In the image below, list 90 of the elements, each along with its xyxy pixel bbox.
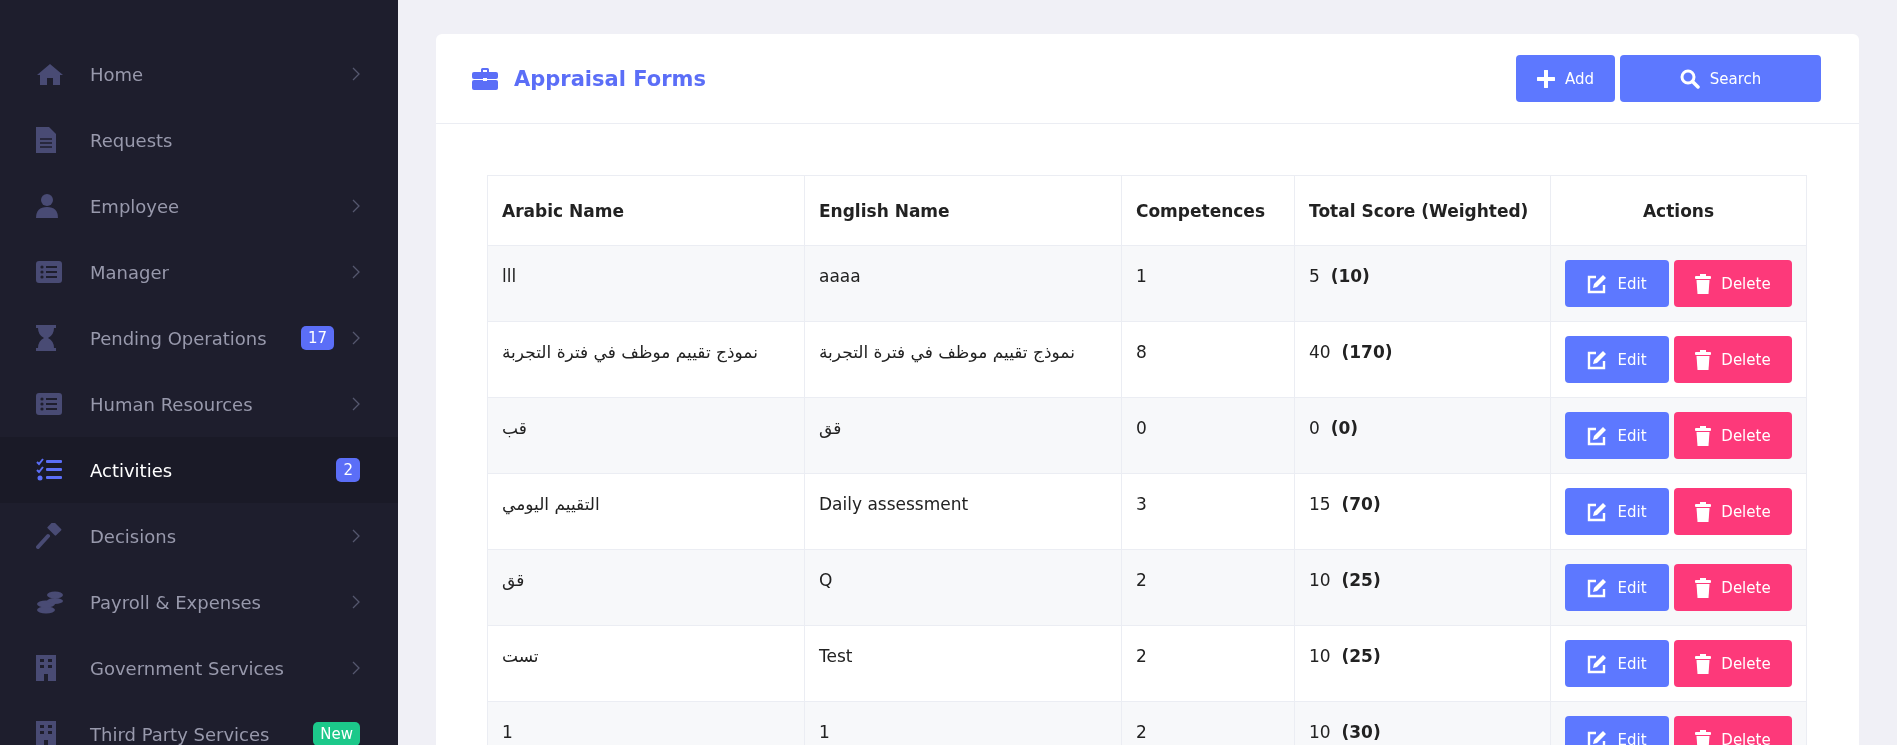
sidebar-item[interactable]: Manager [0,239,398,305]
table-cell: قق [819,418,842,438]
edit-button[interactable]: Edit [1565,640,1669,687]
table-cell: 5 (10) [1309,266,1370,286]
checklist-icon [36,458,62,482]
building-icon [36,655,56,681]
edit-icon [1587,501,1608,522]
delete-button[interactable]: Delete [1674,412,1792,459]
table-cell: تست [502,646,539,666]
sidebar-item[interactable]: Human Resources [0,371,398,437]
table-cell: 2 [1135,722,1147,742]
edit-icon [1587,273,1608,294]
edit-icon [1587,425,1608,446]
sidebar-item[interactable]: Activities 2 [0,437,398,503]
sidebar-item[interactable]: Decisions [0,503,398,569]
table-cell: 10 (30) [1309,722,1381,742]
page-title: Appraisal Forms [514,66,706,91]
search-icon [1679,68,1700,89]
sidebar-item[interactable]: Government Services [0,635,398,701]
table-cell: قق [502,570,525,590]
edit-icon [1587,729,1608,745]
delete-button[interactable]: Delete [1674,564,1792,611]
table-cell: 3 [1135,494,1147,514]
table-cell: 1 [1135,266,1147,286]
sidebar-item[interactable]: Pending Operations 17 [0,305,398,371]
list-icon [36,393,62,415]
table-cell: 1 [819,722,830,742]
briefcase-icon [472,67,498,90]
column-header: Arabic Name [502,200,624,221]
edit-button[interactable]: Edit [1565,564,1669,611]
column-header: English Name [819,200,950,221]
table-cell: 0 [1135,418,1147,438]
sidebar-item[interactable]: Third Party Services New [0,701,398,745]
sidebar-item[interactable]: Home [0,41,398,107]
table-cell: 40 (170) [1309,342,1393,362]
edit-button[interactable]: Edit [1565,488,1669,535]
table-cell: نموذج تقييم موظف في فترة التجربة [819,342,1075,362]
trash-icon [1695,501,1712,522]
trash-icon [1695,425,1712,446]
trash-icon [1695,349,1712,370]
edit-icon [1587,349,1608,370]
list-icon [36,261,62,283]
trash-icon [1695,729,1712,745]
trash-icon [1695,653,1712,674]
trash-icon [1695,577,1712,598]
sidebar-item[interactable]: Payroll & Expenses [0,569,398,635]
count-badge: New [313,722,360,745]
count-badge: 17 [300,326,334,350]
delete-button[interactable]: Delete [1674,488,1792,535]
table-cell: 15 (70) [1309,494,1381,514]
table-cell: 2 [1135,570,1147,590]
table-cell: قب [502,418,527,438]
count-badge: 2 [336,458,360,482]
table-cell: 10 (25) [1309,646,1381,666]
sidebar-item[interactable]: Employee [0,173,398,239]
user-icon [36,194,58,218]
table-cell: 2 [1135,646,1147,666]
edit-button[interactable]: Edit [1565,716,1669,745]
table-cell: التقييم اليومي [502,494,600,514]
trash-icon [1695,273,1712,294]
edit-icon [1587,577,1608,598]
sidebar-item[interactable]: Requests [0,107,398,173]
table-cell: 8 [1135,342,1147,362]
plus-icon [1536,69,1555,88]
edit-button[interactable]: Edit [1565,336,1669,383]
edit-icon [1587,653,1608,674]
column-header: Total Score (Weighted) [1309,200,1529,221]
add-button[interactable]: Add [1516,55,1615,102]
column-header: Actions [1642,200,1715,221]
table-cell: Daily assessment [819,494,969,514]
edit-button[interactable]: Edit [1565,412,1669,459]
home-icon [36,62,64,86]
hourglass-icon [36,325,56,351]
gavel-icon [36,523,62,549]
table-cell: Q [819,570,833,590]
table-cell: 0 (0) [1309,418,1359,438]
column-header: Competences [1135,200,1266,221]
table-cell: aaaa [819,266,861,286]
document-icon [36,127,56,153]
delete-button[interactable]: Delete [1674,716,1792,745]
delete-button[interactable]: Delete [1674,640,1792,687]
edit-button[interactable]: Edit [1565,260,1669,307]
table-cell: 1 [502,722,513,742]
table-cell: lll [502,266,517,286]
search-button[interactable]: Search [1620,55,1821,102]
delete-button[interactable]: Delete [1674,260,1792,307]
table-cell: نموذج تقييم موظف في فترة التجربة [502,342,758,362]
table-cell: Test [819,646,853,666]
table-cell: 10 (25) [1309,570,1381,590]
delete-button[interactable]: Delete [1674,336,1792,383]
